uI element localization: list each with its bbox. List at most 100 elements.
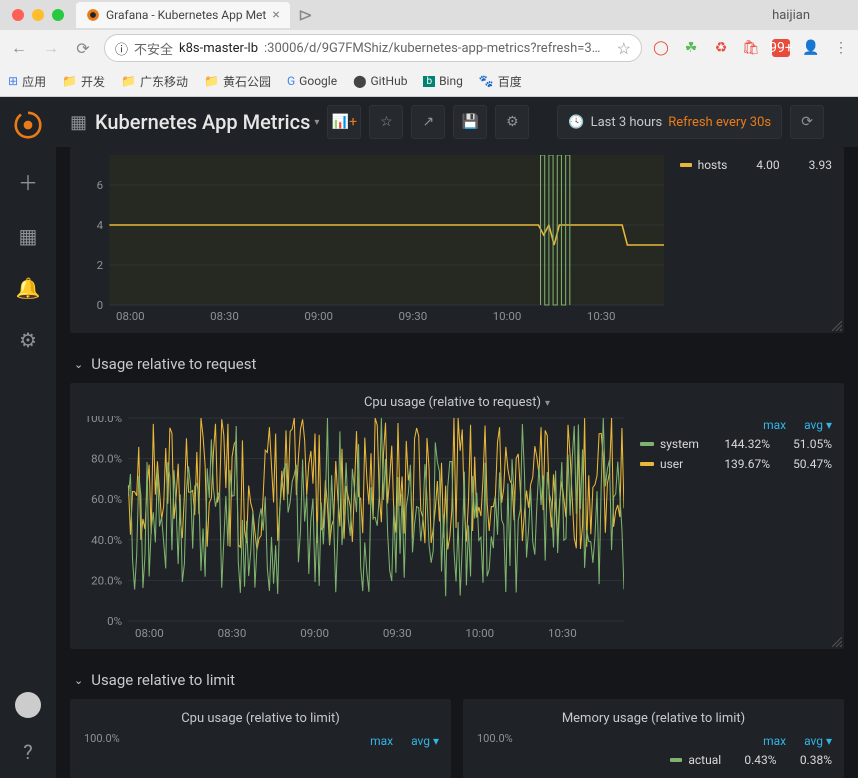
panel-hosts: 0 2 4 6 08:00 08:30 09:00 09:30 xyxy=(70,147,844,333)
svg-text:10:30: 10:30 xyxy=(548,627,577,640)
address-bar: ← → ⟳ ⓘ 不安全 k8s-master-lb:30006/d/9G7FMS… xyxy=(0,30,858,66)
bookmark-folder-0[interactable]: 📁开发 xyxy=(62,73,105,90)
user-avatar[interactable] xyxy=(15,692,41,718)
cpu-lim-legend: max avg ▾ xyxy=(333,732,443,762)
refresh-button[interactable]: ⟳ xyxy=(790,105,824,139)
star-button[interactable]: ☆ xyxy=(369,105,403,139)
dashboard-canvas[interactable]: 0 2 4 6 08:00 08:30 09:00 09:30 xyxy=(56,147,858,778)
config-icon[interactable]: ⚙ xyxy=(19,328,37,352)
legend-sort-max[interactable]: max xyxy=(763,418,786,432)
bookmark-bing[interactable]: bBing xyxy=(423,74,462,88)
bookmark-github[interactable]: ⬤GitHub xyxy=(353,74,407,88)
bookmark-star-icon[interactable]: ☆ xyxy=(617,39,631,58)
settings-button[interactable]: ⚙ xyxy=(495,105,529,139)
hosts-legend: hosts 4.00 3.93 xyxy=(676,155,836,325)
chevron-down-icon: ▾ xyxy=(314,117,319,128)
help-icon[interactable]: ? xyxy=(23,740,32,764)
ext-icon-5[interactable]: 👤 xyxy=(802,39,820,57)
browser-tab[interactable]: Grafana - Kubernetes App Met × xyxy=(76,2,290,28)
share-button[interactable]: ↗ xyxy=(411,105,445,139)
row-usage-request[interactable]: ⌄ Usage relative to request xyxy=(70,345,844,383)
forward-button[interactable]: → xyxy=(40,37,62,59)
ext-icon-2[interactable]: ☘ xyxy=(682,39,700,57)
extension-icons: ◯ ☘ ♻ 🛍 99+ 👤 ⋮ xyxy=(652,39,850,57)
legend-row-hosts[interactable]: hosts 4.00 3.93 xyxy=(676,155,836,175)
close-window[interactable] xyxy=(12,9,24,21)
svg-text:80.0%: 80.0% xyxy=(91,453,122,466)
svg-text:10:00: 10:00 xyxy=(465,627,494,640)
panel-title-mem-lim[interactable]: Memory usage (relative to limit) xyxy=(471,707,836,732)
tab-bar: Grafana - Kubernetes App Met × ⊳ haijian xyxy=(0,0,858,30)
close-tab-icon[interactable]: × xyxy=(272,7,279,23)
url-input[interactable]: ⓘ 不安全 k8s-master-lb:30006/d/9G7FMShiz/ku… xyxy=(104,34,642,62)
clock-icon: 🕓 xyxy=(568,115,584,130)
save-button[interactable]: 💾 xyxy=(453,105,487,139)
swatch-actual xyxy=(670,758,682,762)
menu-icon[interactable]: ⋮ xyxy=(832,39,850,57)
tab-title: Grafana - Kubernetes App Met xyxy=(106,8,266,22)
chevron-down-icon: ⌄ xyxy=(74,358,83,371)
browser-chrome: Grafana - Kubernetes App Met × ⊳ haijian… xyxy=(0,0,858,97)
dashboard-grid-icon[interactable]: ▦ xyxy=(70,112,87,133)
new-tab-button[interactable]: ⊳ xyxy=(290,5,321,26)
legend-row-user[interactable]: user 139.67% 50.47% xyxy=(636,454,836,474)
cpu-lim-plot[interactable]: 100.0% xyxy=(78,732,321,762)
chevron-down-icon: ⌄ xyxy=(74,674,83,687)
legend-sort-max[interactable]: max xyxy=(370,734,393,748)
legend-row-actual[interactable]: actual 0.43% 0.38% xyxy=(666,750,836,770)
maximize-window[interactable] xyxy=(52,9,64,21)
topbar: ▦ Kubernetes App Metrics▾ 📊+ ☆ ↗ 💾 ⚙ 🕓 L… xyxy=(56,97,858,147)
svg-text:08:30: 08:30 xyxy=(210,310,239,323)
bookmark-bar: ⊞应用 📁开发 📁广东移动 📁黄石公园 GGoogle ⬤GitHub bBin… xyxy=(0,66,858,96)
dashboards-icon[interactable]: ▦ xyxy=(19,224,38,248)
bookmark-baidu[interactable]: 🐾百度 xyxy=(479,73,522,90)
panel-cpu-limit: Cpu usage (relative to limit) 100.0% max… xyxy=(70,699,451,778)
window-controls xyxy=(12,9,64,21)
svg-text:40.0%: 40.0% xyxy=(91,534,122,547)
bookmark-folder-1[interactable]: 📁广东移动 xyxy=(121,73,188,90)
panel-title-cpu-req[interactable]: Cpu usage (relative to request)▾ xyxy=(78,391,836,416)
reload-button[interactable]: ⟳ xyxy=(72,37,94,59)
row-usage-limit[interactable]: ⌄ Usage relative to limit xyxy=(70,661,844,699)
svg-text:08:00: 08:00 xyxy=(135,627,164,640)
hosts-plot[interactable]: 0 2 4 6 08:00 08:30 09:00 09:30 xyxy=(78,155,664,325)
resize-handle[interactable] xyxy=(832,321,842,331)
minimize-window[interactable] xyxy=(32,9,44,21)
info-icon: ⓘ xyxy=(115,39,128,58)
bookmark-google[interactable]: GGoogle xyxy=(287,74,337,88)
dashboard-title[interactable]: Kubernetes App Metrics▾ xyxy=(95,110,319,134)
resize-handle[interactable] xyxy=(832,637,842,647)
legend-sort-max[interactable]: max xyxy=(763,734,786,748)
svg-text:09:00: 09:00 xyxy=(300,627,329,640)
mem-lim-plot[interactable]: 100.0% xyxy=(471,732,654,762)
svg-text:60.0%: 60.0% xyxy=(91,493,122,506)
cpu-req-plot[interactable]: 0%20.0%40.0%60.0%80.0%100.0% 08:0008:300… xyxy=(78,416,624,641)
svg-text:0: 0 xyxy=(97,299,103,312)
panel-title-cpu-lim[interactable]: Cpu usage (relative to limit) xyxy=(78,707,443,732)
apps-button[interactable]: ⊞应用 xyxy=(8,73,46,90)
grafana-favicon xyxy=(86,8,100,22)
time-range-picker[interactable]: 🕓 Last 3 hours Refresh every 30s xyxy=(557,105,782,139)
grafana-app: ＋ ▦ 🔔 ⚙ ? ▦ Kubernetes App Metrics▾ 📊+ ☆… xyxy=(0,97,858,778)
legend-sort-avg[interactable]: avg ▾ xyxy=(804,418,832,432)
alerting-icon[interactable]: 🔔 xyxy=(16,276,41,300)
add-panel-button[interactable]: 📊+ xyxy=(327,105,361,139)
ext-icon-1[interactable]: ◯ xyxy=(652,39,670,57)
back-button[interactable]: ← xyxy=(8,37,30,59)
svg-text:20.0%: 20.0% xyxy=(91,575,122,588)
legend-sort-avg[interactable]: avg ▾ xyxy=(804,734,832,748)
panel-mem-limit: Memory usage (relative to limit) 100.0% … xyxy=(463,699,844,778)
svg-text:6: 6 xyxy=(97,179,103,192)
bookmark-folder-2[interactable]: 📁黄石公园 xyxy=(204,73,271,90)
svg-text:10:00: 10:00 xyxy=(493,310,522,323)
legend-row-system[interactable]: system 144.32% 51.05% xyxy=(636,434,836,454)
profile-name[interactable]: haijian xyxy=(772,8,850,23)
legend-sort-avg[interactable]: avg ▾ xyxy=(411,734,439,748)
ext-badge[interactable]: 99+ xyxy=(772,39,790,57)
svg-text:0%: 0% xyxy=(107,615,122,628)
add-icon[interactable]: ＋ xyxy=(18,167,38,196)
grafana-logo[interactable] xyxy=(14,111,42,139)
swatch-hosts xyxy=(680,163,692,167)
ext-icon-4[interactable]: 🛍 xyxy=(742,39,760,57)
ext-icon-3[interactable]: ♻ xyxy=(712,39,730,57)
